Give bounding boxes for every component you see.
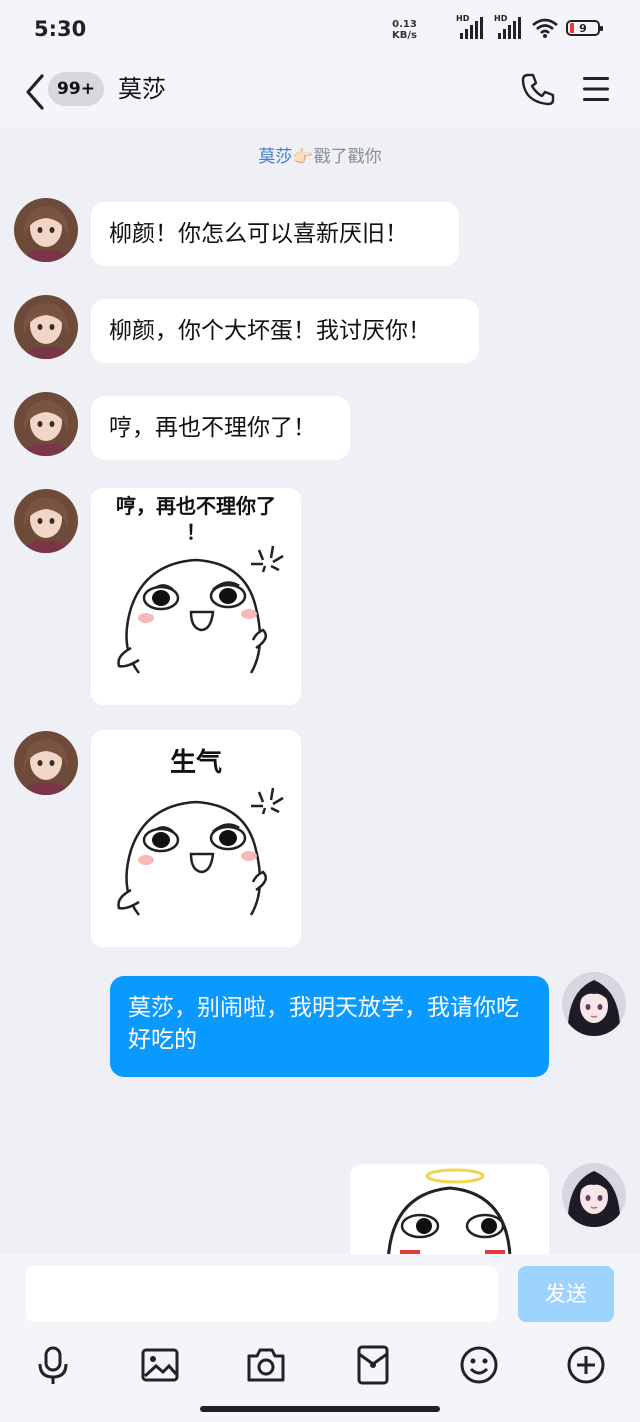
microphone-icon[interactable] xyxy=(32,1344,74,1386)
poke-sender-name[interactable]: 莫莎 xyxy=(258,147,292,167)
sticker-message[interactable]: 哼，再也不理你了 ！ xyxy=(91,488,301,705)
contact-avatar[interactable] xyxy=(14,392,78,456)
message-bubble[interactable]: 柳颜，你个大坏蛋！我讨厌你！ xyxy=(91,299,479,363)
sticker-caption: 哼，再也不理你了 xyxy=(116,494,276,518)
message-input[interactable] xyxy=(26,1266,498,1322)
send-button[interactable]: 发送 xyxy=(518,1266,614,1322)
chat-title: 莫莎 xyxy=(118,75,166,103)
my-message-bubble[interactable]: 莫莎，别闹啦，我明天放学，我请你吃好吃的 xyxy=(110,976,549,1077)
pointing-hand-emoji: 👉🏻 xyxy=(292,147,314,167)
angry-face-icon xyxy=(117,787,284,916)
red-packet-icon[interactable] xyxy=(352,1344,394,1386)
message-bubble[interactable]: 哼，再也不理你了！ xyxy=(91,396,350,460)
sticker-message[interactable]: 生气 xyxy=(91,730,301,947)
contact-avatar[interactable] xyxy=(14,731,78,795)
contact-avatar[interactable] xyxy=(14,489,78,553)
status-time: 5:30 xyxy=(34,17,87,41)
menu-icon[interactable] xyxy=(580,74,612,104)
emoji-icon[interactable] xyxy=(458,1344,500,1386)
angry-face-icon xyxy=(117,545,284,674)
plus-icon[interactable] xyxy=(565,1344,607,1386)
unread-badge[interactable]: 99+ xyxy=(48,72,104,106)
back-chevron-icon[interactable] xyxy=(22,72,50,112)
wifi-icon xyxy=(532,18,558,38)
image-icon[interactable] xyxy=(139,1344,181,1386)
home-indicator[interactable] xyxy=(200,1406,440,1412)
my-avatar[interactable] xyxy=(562,1163,626,1227)
message-bubble[interactable]: 柳颜！你怎么可以喜新厌旧！ xyxy=(91,202,459,266)
my-avatar[interactable] xyxy=(562,972,626,1036)
network-speed: 0.13 KB/s xyxy=(392,19,417,41)
poke-text: 戳了戳你 xyxy=(313,147,382,167)
signal-icon: HD xyxy=(494,14,524,39)
sticker-caption: 生气 xyxy=(169,748,222,778)
phone-icon[interactable] xyxy=(520,72,556,106)
signal-icon: HD xyxy=(456,14,486,39)
poke-notice: 莫莎👉🏻戳了戳你 xyxy=(0,142,640,167)
battery-icon: 9 xyxy=(566,20,603,36)
contact-avatar[interactable] xyxy=(14,198,78,262)
camera-icon[interactable] xyxy=(245,1344,287,1386)
status-icons: HD HD 9 xyxy=(456,14,603,39)
contact-avatar[interactable] xyxy=(14,295,78,359)
status-bar: 5:30 0.13 KB/s HD HD 9 xyxy=(0,0,640,60)
